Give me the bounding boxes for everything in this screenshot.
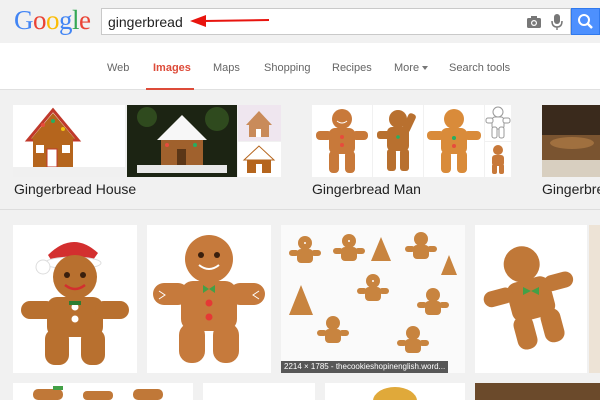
tab-search-tools[interactable]: Search tools: [449, 62, 510, 74]
related-thumbnail-man-1[interactable]: [312, 105, 372, 177]
result-image-8[interactable]: [325, 383, 465, 400]
tab-recipes[interactable]: Recipes: [332, 62, 372, 74]
result-image-7[interactable]: [203, 383, 315, 400]
microphone-icon[interactable]: [550, 13, 564, 31]
related-thumbnail-house-4[interactable]: [238, 142, 281, 177]
tab-shopping[interactable]: Shopping: [264, 62, 311, 74]
search-box[interactable]: [101, 8, 571, 35]
tab-maps[interactable]: Maps: [213, 62, 240, 74]
gingerbread-image: [13, 383, 193, 400]
result-image-1[interactable]: [13, 225, 137, 373]
gingerbread-man-image: [475, 225, 587, 373]
logo-letter: o: [46, 5, 60, 35]
gingerbread-man-image: [316, 109, 368, 173]
top-bar: Google: [0, 0, 600, 43]
gingerbread-house-image: [13, 105, 125, 177]
gingerbread-man-image: [147, 225, 271, 373]
related-label-house[interactable]: Gingerbread House: [14, 181, 136, 197]
tab-web[interactable]: Web: [107, 62, 129, 74]
logo-letter: g: [59, 5, 73, 35]
related-thumbnail-man-5[interactable]: [485, 142, 511, 177]
gingerbread-man-image: [377, 110, 416, 171]
gingerbread-image: [373, 387, 417, 400]
gingerbread-house-image: [127, 105, 237, 177]
related-thumbnail-man-2[interactable]: [373, 105, 423, 177]
related-label-3[interactable]: Gingerbre: [542, 181, 600, 197]
red-arrow-annotation: [190, 15, 270, 27]
related-label-man[interactable]: Gingerbread Man: [312, 181, 421, 197]
result-image-2[interactable]: [147, 225, 271, 373]
gingerbread-man-outline-image: [485, 106, 511, 139]
related-thumbnail-house-1[interactable]: [13, 105, 125, 177]
logo-letter: o: [33, 5, 47, 35]
result-image-6[interactable]: [13, 383, 193, 400]
gingerbread-house-image: [238, 142, 281, 177]
gingerbread-man-image: [492, 145, 504, 174]
chevron-down-icon: [422, 66, 429, 71]
search-button[interactable]: [571, 8, 600, 35]
related-thumbnail-house-2[interactable]: [127, 105, 237, 177]
result-image-3[interactable]: 2214 × 1785 - thecookieshopinenglish.wor…: [281, 225, 465, 373]
tab-images[interactable]: Images: [153, 62, 191, 74]
search-icon: [578, 14, 593, 29]
camera-icon[interactable]: [526, 14, 542, 30]
logo-letter: e: [79, 5, 91, 35]
gingerbread-man-santa-hat-image: [13, 225, 137, 373]
related-thumbnail-man-3[interactable]: [424, 105, 484, 177]
image-caption: 2214 × 1785 - thecookieshopinenglish.wor…: [281, 361, 449, 373]
result-image-4[interactable]: [475, 225, 587, 373]
gingerbread-cookies-image: [281, 225, 465, 373]
result-image-5[interactable]: [589, 225, 600, 373]
tab-more[interactable]: More: [394, 62, 429, 74]
gingerbread-house-image: [238, 105, 281, 141]
gingerbread-image: [542, 105, 600, 177]
gingerbread-man-image: [427, 109, 481, 173]
tab-more-label: More: [394, 62, 420, 74]
result-image-9[interactable]: [475, 383, 600, 400]
logo-letter: l: [72, 5, 80, 35]
related-thumbnail-man-4[interactable]: [485, 105, 511, 141]
google-logo[interactable]: Google: [14, 5, 91, 36]
related-thumbnail-house-3[interactable]: [238, 105, 281, 141]
logo-letter: G: [14, 5, 34, 35]
related-thumbnail-3[interactable]: [542, 105, 600, 177]
